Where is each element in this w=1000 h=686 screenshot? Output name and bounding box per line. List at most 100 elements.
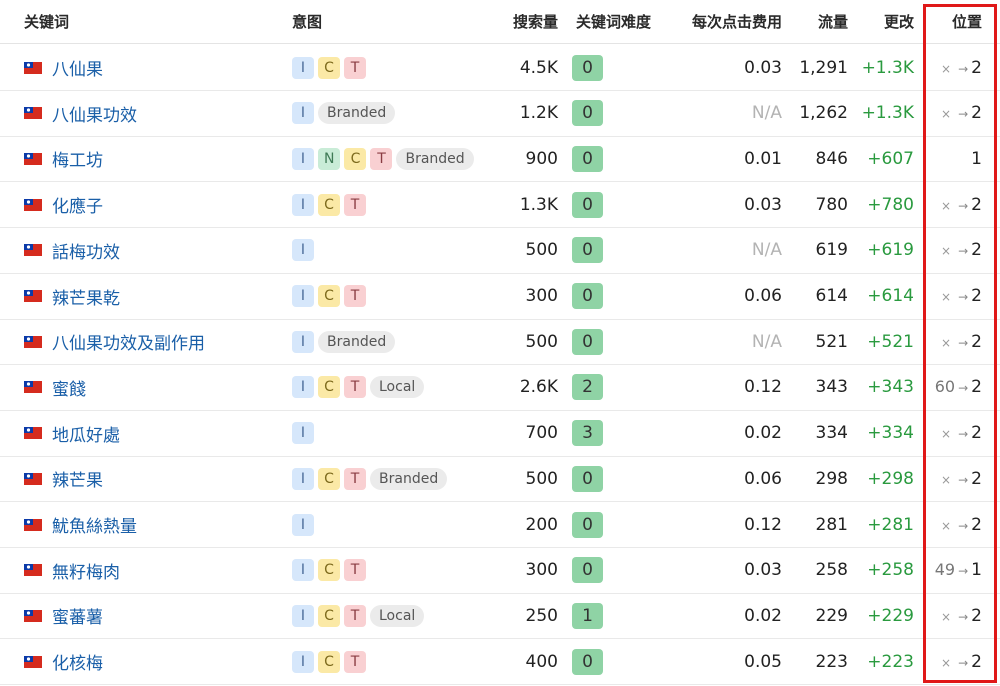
intent-tag[interactable]: I xyxy=(292,422,314,445)
taiwan-flag-icon xyxy=(24,152,42,165)
traffic-value: 223 xyxy=(815,651,848,672)
intent-tag[interactable]: T xyxy=(344,650,366,673)
intent-tag[interactable]: I xyxy=(292,102,314,125)
intent-tag[interactable]: T xyxy=(370,147,393,170)
intent-tag[interactable]: C xyxy=(318,193,340,216)
intent-tag[interactable]: I xyxy=(292,56,314,79)
intent-tag[interactable]: I xyxy=(292,604,314,627)
kd-cell: 2 xyxy=(572,365,662,410)
position-cell: 1 xyxy=(930,136,982,181)
table-row: 梅工坊 I N C T Branded 900 0 0.01 846 +607 1 xyxy=(0,136,1000,183)
header-keyword[interactable]: 关键词 xyxy=(24,0,284,43)
intent-tag[interactable]: T xyxy=(344,467,366,490)
keyword-link[interactable]: 梅工坊 xyxy=(52,146,103,171)
traffic-value: 298 xyxy=(815,468,848,489)
arrow-right-icon: → xyxy=(958,198,969,213)
keyword-link[interactable]: 八仙果功效 xyxy=(52,101,137,126)
keyword-link[interactable]: 八仙果功效及副作用 xyxy=(52,329,205,354)
intent-tag[interactable]: T xyxy=(344,193,366,216)
keyword-link[interactable]: 蜜蕃薯 xyxy=(52,603,103,628)
intent-tag[interactable]: Branded xyxy=(396,147,474,170)
header-change[interactable]: 更改 xyxy=(856,0,914,43)
intent-tag[interactable]: T xyxy=(344,376,366,399)
intent-tag[interactable]: C xyxy=(318,376,340,399)
no-previous-rank-icon: × xyxy=(941,472,952,487)
keyword-link[interactable]: 八仙果 xyxy=(52,55,103,80)
position-cell: × → 2 xyxy=(930,91,982,136)
cpc-value: 0.03 xyxy=(744,560,782,581)
position-current: 2 xyxy=(971,651,982,672)
table-row: 蜜餞 I C T Local 2.6K 2 0.12 343 +343 60 → 2 xyxy=(0,365,1000,411)
intent-tag[interactable]: C xyxy=(318,285,340,307)
header-intent[interactable]: 意图 xyxy=(292,0,502,43)
intent-tag[interactable]: Branded xyxy=(318,102,396,125)
intent-tag[interactable]: T xyxy=(344,604,366,627)
intent-tag[interactable]: C xyxy=(318,467,340,490)
header-cpc[interactable]: 每次点击费用 xyxy=(676,0,782,43)
no-previous-rank-icon: × xyxy=(941,290,952,304)
intent-tag[interactable]: N xyxy=(318,147,341,170)
intent-tag[interactable]: I xyxy=(292,330,314,353)
keyword-link[interactable]: 魷魚絲熱量 xyxy=(52,512,137,537)
taiwan-flag-icon xyxy=(24,244,42,257)
intent-tag[interactable]: C xyxy=(344,147,367,170)
intent-tag[interactable]: T xyxy=(344,56,366,79)
arrow-right-icon: → xyxy=(958,609,969,624)
intent-tag[interactable]: Local xyxy=(370,604,425,627)
intent-tag[interactable]: T xyxy=(344,285,366,307)
volume-cell: 4.5K xyxy=(500,45,558,90)
cpc-cell: 0.03 xyxy=(676,548,782,593)
intent-tag[interactable]: I xyxy=(292,559,314,582)
volume-value: 1.2K xyxy=(519,103,558,124)
volume-cell: 1.3K xyxy=(500,182,558,227)
intent-tag[interactable]: I xyxy=(292,285,314,307)
header-traffic[interactable]: 流量 xyxy=(790,0,848,43)
intent-tag[interactable]: I xyxy=(292,513,314,536)
intent-tag[interactable]: I xyxy=(292,376,314,399)
intent-tag[interactable]: C xyxy=(318,604,340,627)
keyword-link[interactable]: 化核梅 xyxy=(52,649,103,674)
change-value: +229 xyxy=(867,605,914,626)
traffic-cell: 229 xyxy=(790,593,848,638)
kd-cell: 0 xyxy=(572,548,662,593)
change-value: +780 xyxy=(867,194,914,215)
kd-cell: 0 xyxy=(572,319,662,364)
keyword-link[interactable]: 地瓜好處 xyxy=(52,421,120,446)
change-cell: +780 xyxy=(856,182,914,227)
change-cell: +334 xyxy=(856,411,914,456)
position-change: × → 2 xyxy=(941,103,982,123)
intent-tag[interactable]: C xyxy=(318,650,340,673)
intent-tag[interactable]: I xyxy=(292,650,314,673)
keyword-link[interactable]: 蜜餞 xyxy=(52,375,86,400)
keyword-link[interactable]: 辣芒果 xyxy=(52,466,103,491)
traffic-value: 229 xyxy=(815,605,848,626)
intent-tag[interactable]: I xyxy=(292,193,314,216)
intent-tag[interactable]: I xyxy=(292,467,314,490)
volume-cell: 2.6K xyxy=(500,365,558,410)
header-volume[interactable]: 搜索量 xyxy=(500,0,558,43)
keyword-link[interactable]: 話梅功效 xyxy=(52,238,120,263)
intent-tag[interactable]: C xyxy=(318,559,340,582)
header-kd[interactable]: 关键词难度 xyxy=(576,0,666,43)
cpc-value: 0.05 xyxy=(744,651,782,672)
traffic-cell: 521 xyxy=(790,319,848,364)
kd-cell: 0 xyxy=(572,274,662,319)
kd-cell: 0 xyxy=(572,456,662,501)
intent-tag[interactable]: Branded xyxy=(370,467,448,490)
change-value: +298 xyxy=(867,468,914,489)
intent-tag[interactable]: I xyxy=(292,239,314,262)
header-position[interactable]: 位置 xyxy=(930,0,982,43)
intent-tag[interactable]: C xyxy=(318,56,340,79)
intent-cell: I C T Local xyxy=(292,365,502,410)
keyword-link[interactable]: 辣芒果乾 xyxy=(52,284,120,309)
table-row: 八仙果功效 I Branded 1.2K 0 N/A 1,262 +1.3K × → 2 xyxy=(0,91,1000,137)
no-previous-rank-icon: × xyxy=(941,107,952,122)
keyword-link[interactable]: 化應子 xyxy=(52,192,103,217)
intent-tag[interactable]: I xyxy=(292,147,314,170)
intent-tag[interactable]: T xyxy=(344,559,366,582)
taiwan-flag-icon xyxy=(24,564,42,577)
intent-tag[interactable]: Branded xyxy=(318,330,396,353)
keyword-cell: 八仙果功效 xyxy=(24,91,284,136)
keyword-link[interactable]: 無籽梅肉 xyxy=(52,558,120,583)
intent-tag[interactable]: Local xyxy=(370,376,425,399)
